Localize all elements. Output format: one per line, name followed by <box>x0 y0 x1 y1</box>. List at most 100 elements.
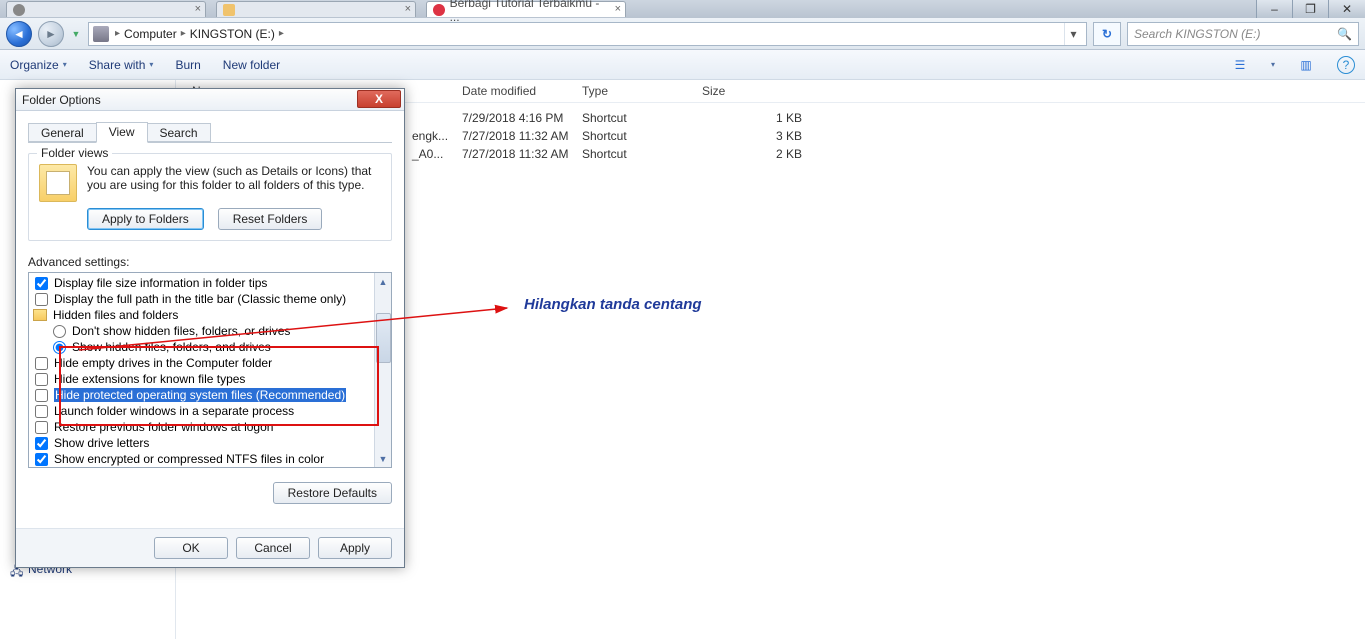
explorer-toolbar: Organize ▾ Share with ▾ Burn New folder … <box>0 50 1365 80</box>
dialog-title: Folder Options <box>22 93 101 107</box>
advanced-settings-list[interactable]: Display file size information in folder … <box>28 272 392 468</box>
breadcrumb-sep-icon[interactable]: ▸ <box>279 28 284 39</box>
chk-full-path[interactable] <box>35 293 48 306</box>
scroll-down-icon[interactable]: ▼ <box>375 450 391 467</box>
tab-close-icon[interactable]: × <box>405 3 411 15</box>
opt-label: Launch folder windows in a separate proc… <box>54 404 294 418</box>
search-input[interactable]: Search KINGSTON (E:) 🔍 <box>1127 22 1359 46</box>
nav-back-button[interactable]: ◄ <box>6 21 32 47</box>
restore-defaults-button[interactable]: Restore Defaults <box>273 482 392 504</box>
help-button[interactable]: ? <box>1337 56 1355 74</box>
browser-tabstrip: × × Berbagi Tutorial Terbaikmu - ... × –… <box>0 0 1365 18</box>
folder-options-dialog: Folder Options X General View Search Fol… <box>15 88 405 568</box>
file-type: Shortcut <box>582 147 702 161</box>
breadcrumb-item[interactable]: Computer <box>124 27 177 41</box>
opt-label: Don't show hidden files, folders, or dri… <box>72 324 290 338</box>
breadcrumb-sep-icon[interactable]: ▸ <box>181 28 186 39</box>
favicon-icon <box>13 4 25 16</box>
opt-label: Display the full path in the title bar (… <box>54 292 346 306</box>
burn-label: Burn <box>175 58 200 72</box>
browser-tab[interactable]: × <box>6 1 206 17</box>
dialog-close-button[interactable]: X <box>357 90 401 108</box>
dialog-titlebar[interactable]: Folder Options X <box>16 89 404 111</box>
address-bar[interactable]: ▸ Computer ▸ KINGSTON (E:) ▸ ▾ <box>88 22 1087 46</box>
chevron-down-icon[interactable]: ▾ <box>1271 60 1275 69</box>
opt-label: Restore previous folder windows at logon <box>54 420 273 434</box>
window-close-button[interactable]: ✕ <box>1329 0 1365 18</box>
chk-file-size-tips[interactable] <box>35 277 48 290</box>
scroll-up-icon[interactable]: ▲ <box>375 273 391 290</box>
opt-label: Hide extensions for known file types <box>54 372 245 386</box>
nav-history-dropdown[interactable]: ▼ <box>70 29 82 39</box>
annotation-text: Hilangkan tanda centang <box>524 296 702 313</box>
breadcrumb: ▸ Computer ▸ KINGSTON (E:) ▸ <box>115 27 284 41</box>
tab-title: Berbagi Tutorial Terbaikmu - ... <box>450 0 607 24</box>
tab-general[interactable]: General <box>28 123 97 142</box>
folder-views-icon <box>39 164 77 202</box>
tab-close-icon[interactable]: × <box>195 3 201 15</box>
apply-button[interactable]: Apply <box>318 537 392 559</box>
folder-views-group: Folder views You can apply the view (suc… <box>28 153 392 241</box>
chk-hide-empty-drives[interactable] <box>35 357 48 370</box>
file-type: Shortcut <box>582 111 702 125</box>
chevron-down-icon: ▾ <box>149 60 153 69</box>
new-folder-button[interactable]: New folder <box>223 58 280 72</box>
chk-show-drive-letters[interactable] <box>35 437 48 450</box>
view-mode-button[interactable]: ☰ <box>1231 56 1249 74</box>
share-with-menu[interactable]: Share with ▾ <box>89 58 154 72</box>
file-type: Shortcut <box>582 129 702 143</box>
tab-search[interactable]: Search <box>147 123 211 142</box>
folder-views-text: You can apply the view (such as Details … <box>87 164 381 192</box>
browser-tab-active[interactable]: Berbagi Tutorial Terbaikmu - ... × <box>426 1 626 17</box>
favicon-icon <box>433 4 445 16</box>
search-placeholder: Search KINGSTON (E:) <box>1134 27 1260 41</box>
folder-icon <box>33 309 47 321</box>
dialog-button-row: OK Cancel Apply <box>16 528 404 567</box>
file-size: 2 KB <box>702 147 802 161</box>
sharewith-label: Share with <box>89 58 146 72</box>
address-dropdown-icon[interactable]: ▾ <box>1064 23 1082 45</box>
col-size[interactable]: Size <box>702 84 802 98</box>
file-date: 7/29/2018 4:16 PM <box>462 111 582 125</box>
col-date[interactable]: Date modified <box>462 84 582 98</box>
col-type[interactable]: Type <box>582 84 702 98</box>
breadcrumb-sep-icon[interactable]: ▸ <box>115 28 120 39</box>
radio-dont-show-hidden[interactable] <box>53 325 66 338</box>
ok-button[interactable]: OK <box>154 537 228 559</box>
scrollbar[interactable]: ▲ ▼ <box>374 273 391 467</box>
chk-separate-process[interactable] <box>35 405 48 418</box>
opt-label: Show hidden files, folders, and drives <box>72 340 271 354</box>
dialog-tabs: General View Search <box>28 121 392 143</box>
opt-label: Show drive letters <box>54 436 149 450</box>
tab-close-icon[interactable]: × <box>615 3 621 15</box>
chevron-down-icon: ▾ <box>63 60 67 69</box>
nav-forward-button[interactable]: ► <box>38 21 64 47</box>
cancel-button[interactable]: Cancel <box>236 537 310 559</box>
radio-show-hidden[interactable] <box>53 341 66 354</box>
tab-view[interactable]: View <box>96 122 148 143</box>
burn-button[interactable]: Burn <box>175 58 200 72</box>
breadcrumb-item[interactable]: KINGSTON (E:) <box>190 27 275 41</box>
refresh-button[interactable]: ↻ <box>1093 22 1121 46</box>
apply-to-folders-button[interactable]: Apply to Folders <box>87 208 204 230</box>
file-date: 7/27/2018 11:32 AM <box>462 129 582 143</box>
chk-hide-protected-os-files[interactable] <box>35 389 48 402</box>
chk-hide-extensions[interactable] <box>35 373 48 386</box>
chk-show-encrypted-color[interactable] <box>35 453 48 466</box>
opt-label: Show encrypted or compressed NTFS files … <box>54 452 324 466</box>
opt-label: Hidden files and folders <box>53 308 178 322</box>
favicon-icon <box>223 4 235 16</box>
browser-tab[interactable]: × <box>216 1 416 17</box>
organize-label: Organize <box>10 58 59 72</box>
chk-restore-previous[interactable] <box>35 421 48 434</box>
scroll-thumb[interactable] <box>376 313 391 363</box>
search-icon[interactable]: 🔍 <box>1337 27 1352 41</box>
preview-pane-button[interactable]: ▥ <box>1297 56 1315 74</box>
reset-folders-button[interactable]: Reset Folders <box>218 208 323 230</box>
file-size: 1 KB <box>702 111 802 125</box>
drive-icon <box>93 26 109 42</box>
explorer-nav: ◄ ► ▼ ▸ Computer ▸ KINGSTON (E:) ▸ ▾ ↻ S… <box>0 18 1365 50</box>
window-restore-button[interactable]: ❐ <box>1293 0 1329 18</box>
organize-menu[interactable]: Organize ▾ <box>10 58 67 72</box>
window-minimize-button[interactable]: – <box>1257 0 1293 18</box>
